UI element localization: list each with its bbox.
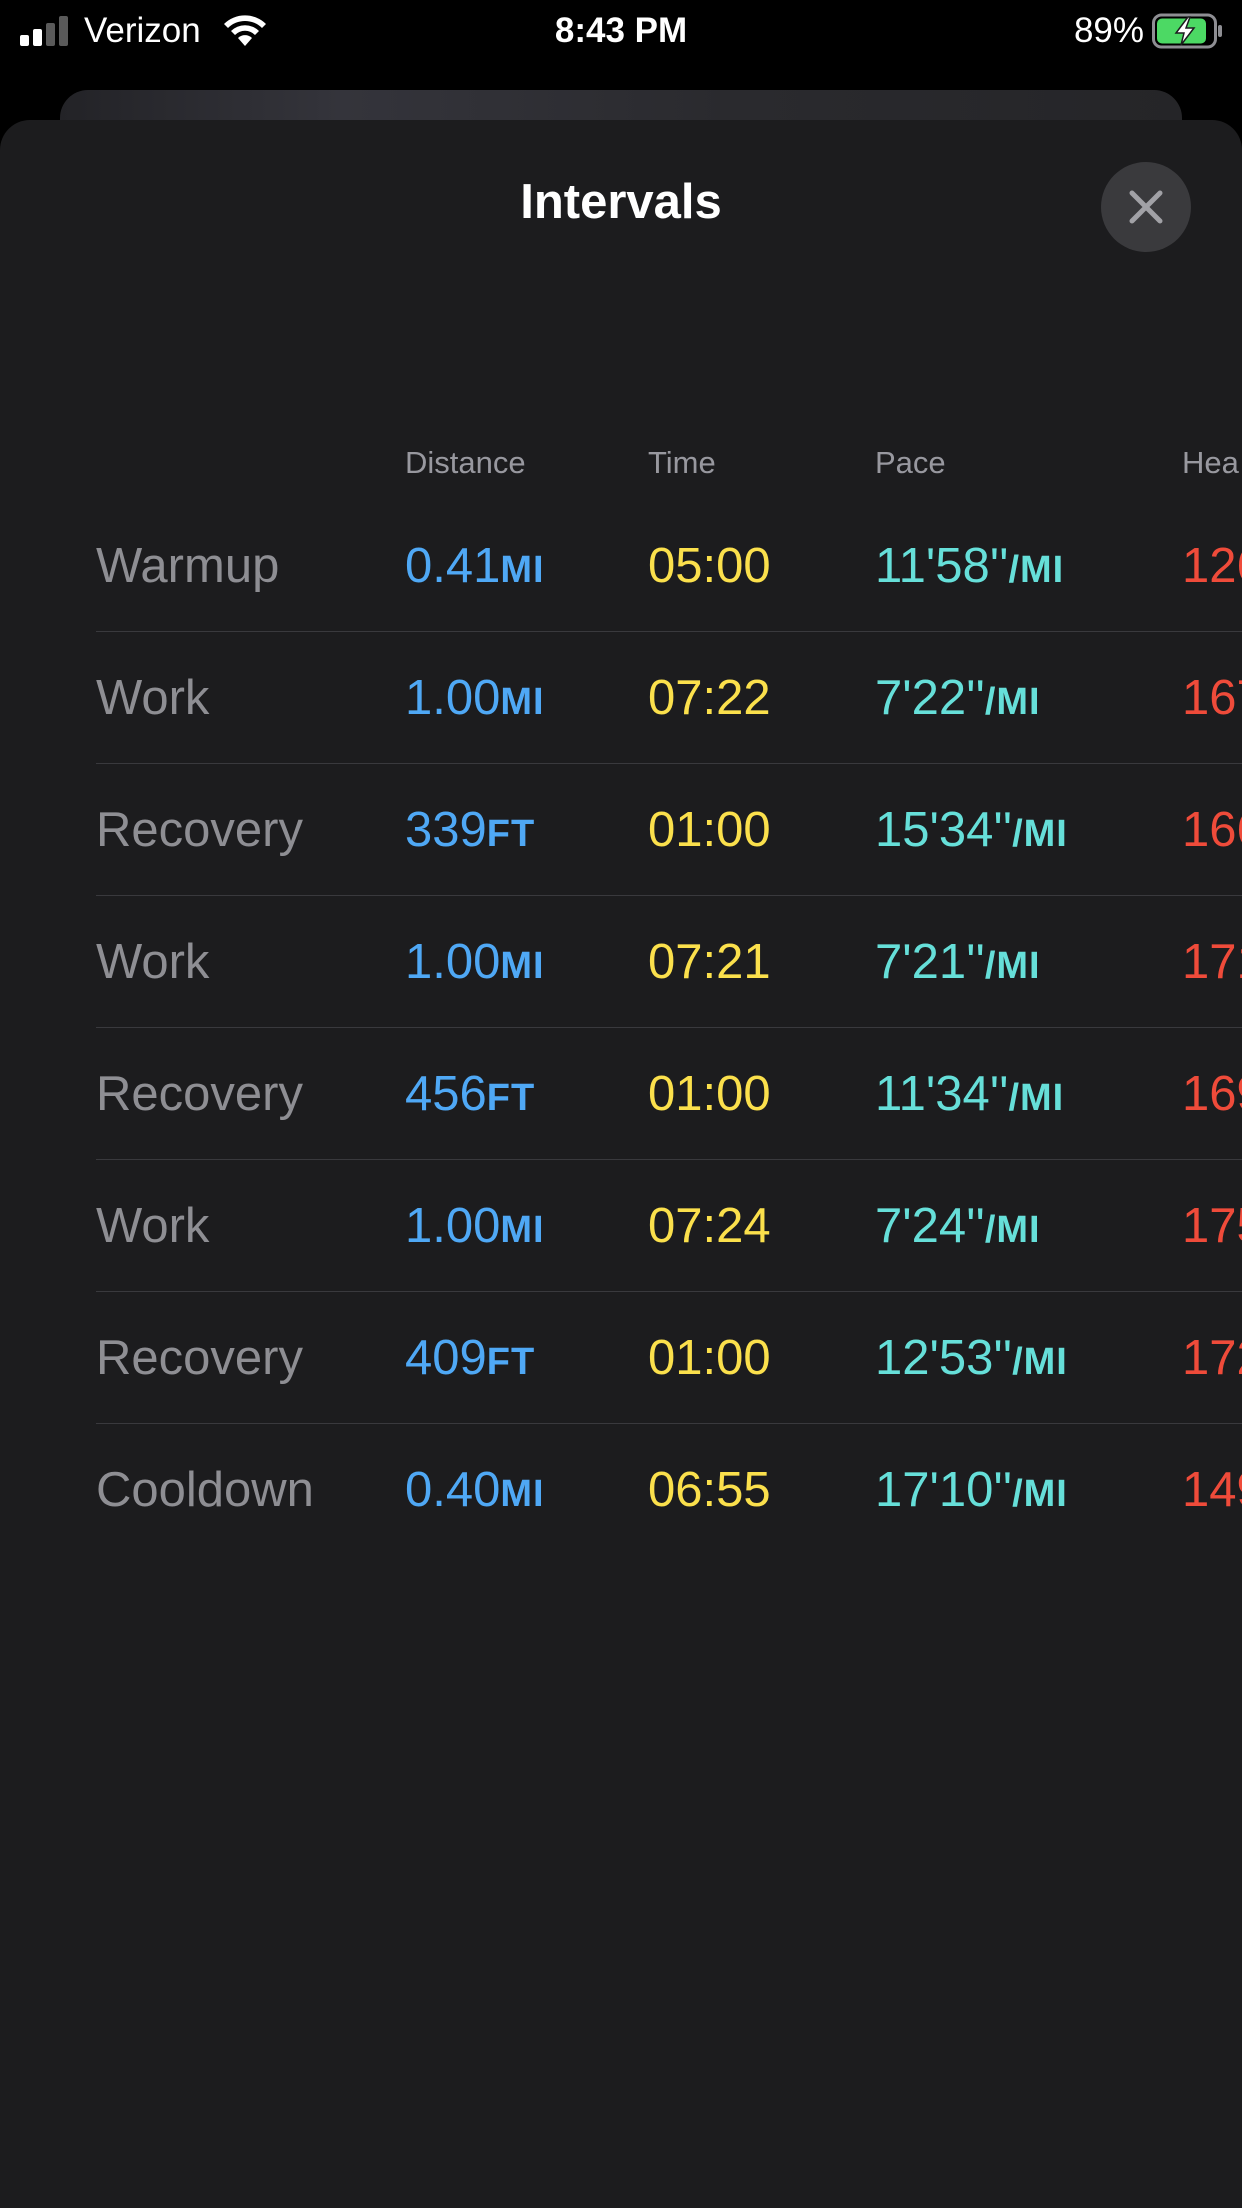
close-button[interactable] — [1101, 162, 1191, 252]
interval-heart-rate: 166 — [1182, 803, 1242, 857]
battery-charging-icon — [1152, 13, 1222, 49]
interval-pace: 7'21''/MI — [875, 935, 1041, 989]
interval-distance: 1.00MI — [405, 935, 545, 989]
table-row: Recovery 339FT 01:00 15'34''/MI 166 — [0, 764, 1242, 896]
interval-distance: 0.41MI — [405, 539, 545, 593]
interval-heart-rate: 171 — [1182, 935, 1242, 989]
interval-distance: 1.00MI — [405, 671, 545, 725]
status-time: 8:43 PM — [554, 11, 688, 50]
table-row: Work 1.00MI 07:22 7'22''/MI 167 — [0, 632, 1242, 764]
interval-time: 06:55 — [648, 1463, 771, 1517]
table-row: Work 1.00MI 07:24 7'24''/MI 175 — [0, 1160, 1242, 1292]
table-row: Recovery 409FT 01:00 12'53''/MI 172 — [0, 1292, 1242, 1424]
intervals-sheet: Intervals Distance Time Pace Hea Warmup … — [0, 120, 1242, 2208]
interval-distance: 0.40MI — [405, 1463, 545, 1517]
interval-pace: 17'10''/MI — [875, 1463, 1068, 1517]
interval-distance: 409FT — [405, 1331, 536, 1385]
interval-heart-rate: 169 — [1182, 1067, 1242, 1121]
interval-label: Work — [96, 935, 210, 989]
table-row: Warmup 0.41MI 05:00 11'58''/MI 126 — [0, 500, 1242, 632]
interval-time: 07:22 — [648, 671, 771, 725]
interval-heart-rate: 126 — [1182, 539, 1242, 593]
interval-pace: 12'53''/MI — [875, 1331, 1068, 1385]
interval-label: Warmup — [96, 539, 280, 593]
table-row: Work 1.00MI 07:21 7'21''/MI 171 — [0, 896, 1242, 1028]
interval-pace: 11'58''/MI — [875, 539, 1065, 593]
column-header-distance: Distance — [405, 445, 526, 480]
interval-time: 05:00 — [648, 539, 771, 593]
interval-label: Work — [96, 1199, 210, 1253]
interval-heart-rate: 175 — [1182, 1199, 1242, 1253]
interval-pace: 7'24''/MI — [875, 1199, 1041, 1253]
sheet-title: Intervals — [520, 175, 722, 229]
interval-time: 01:00 — [648, 803, 771, 857]
interval-label: Recovery — [96, 803, 303, 857]
interval-label: Recovery — [96, 1067, 303, 1121]
column-header-pace: Pace — [875, 445, 946, 480]
intervals-table: Warmup 0.41MI 05:00 11'58''/MI 126 Work … — [0, 500, 1242, 1556]
interval-distance: 1.00MI — [405, 1199, 545, 1253]
table-row: Cooldown 0.40MI 06:55 17'10''/MI 149 — [0, 1424, 1242, 1556]
interval-heart-rate: 149 — [1182, 1463, 1242, 1517]
status-bar: Verizon 8:43 PM 89% — [0, 0, 1242, 62]
interval-pace: 7'22''/MI — [875, 671, 1041, 725]
close-icon — [1129, 190, 1163, 224]
interval-label: Work — [96, 671, 210, 725]
interval-pace: 15'34''/MI — [875, 803, 1068, 857]
interval-time: 01:00 — [648, 1067, 771, 1121]
battery-percent: 89% — [1073, 11, 1144, 50]
column-header-time: Time — [648, 445, 716, 480]
interval-heart-rate: 172 — [1182, 1331, 1242, 1385]
interval-label: Cooldown — [96, 1463, 314, 1517]
interval-time: 07:21 — [648, 935, 771, 989]
column-header-heart-rate: Hea — [1182, 445, 1239, 480]
interval-distance: 339FT — [405, 803, 536, 857]
interval-heart-rate: 167 — [1182, 671, 1242, 725]
table-row: Recovery 456FT 01:00 11'34''/MI 169 — [0, 1028, 1242, 1160]
interval-pace: 11'34''/MI — [875, 1067, 1065, 1121]
interval-time: 01:00 — [648, 1331, 771, 1385]
interval-label: Recovery — [96, 1331, 303, 1385]
interval-distance: 456FT — [405, 1067, 536, 1121]
interval-time: 07:24 — [648, 1199, 771, 1253]
